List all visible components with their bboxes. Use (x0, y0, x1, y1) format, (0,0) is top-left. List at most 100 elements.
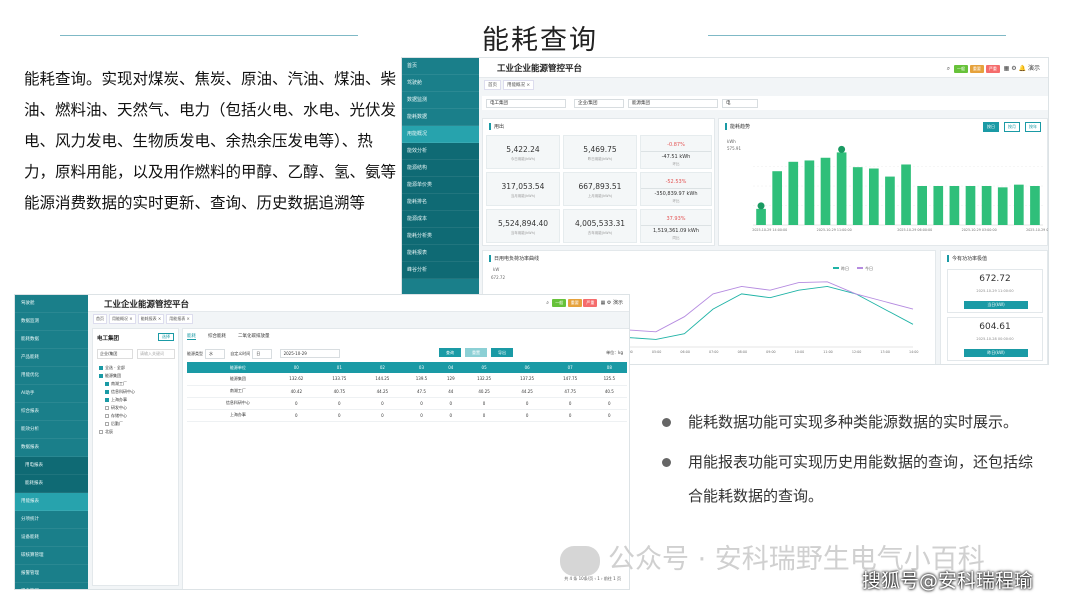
sidebar-item[interactable]: 能耗报表 (15, 475, 88, 493)
sidebar-item[interactable]: 用能优化 (15, 367, 88, 385)
table-row[interactable]: 能源集团 132.62 133.75 144.25 139.5 129 132.25 137.… (187, 373, 627, 386)
date-picker[interactable]: 2025-10-29 (279, 349, 340, 358)
sidebar-item[interactable]: 产品能耗 (15, 349, 88, 367)
sidebar-item[interactable]: 用能概况 (402, 126, 479, 143)
bar[interactable] (852, 167, 863, 225)
bell-icon[interactable]: 🔔 (1019, 65, 1026, 72)
query-button[interactable]: 查询 (439, 348, 461, 357)
row-checkbox[interactable] (187, 409, 201, 422)
table-row[interactable]: 南湖工厂 40.42 40.75 44.25 47.5 44 40.25 44.25 47.75… (187, 385, 627, 398)
sidebar-item[interactable]: 能效分析 (402, 143, 479, 160)
pagination[interactable]: 共 4 条 10条/页 ‹ 1 › 前往 1 页 (564, 576, 621, 582)
sidebar-item[interactable]: 能耗报表 (402, 245, 479, 262)
breadcrumb-usage[interactable]: 用能概况 × (503, 80, 535, 90)
user-label[interactable]: 演示 (613, 300, 623, 306)
crumb-usage-report[interactable]: 用能报表 × (166, 314, 193, 324)
alarm-badge-important[interactable]: 重要 (567, 299, 582, 307)
sidebar-item[interactable]: 数据报表 (15, 439, 88, 457)
sidebar-item[interactable]: 报警管理 (15, 565, 88, 583)
crumb-energy-report[interactable]: 能耗报表 × (137, 314, 165, 324)
sidebar-item[interactable]: 能耗数据 (15, 331, 88, 349)
alarm-badge-severe[interactable]: 严重 (583, 299, 598, 307)
sidebar-item[interactable]: 能耗分析类 (402, 228, 479, 245)
search-icon[interactable]: ⌕ (947, 65, 950, 72)
sidebar-item[interactable]: 驾驶舱 (15, 295, 88, 313)
alarm-badge-normal[interactable]: 一般 (954, 65, 968, 73)
bar[interactable] (869, 168, 879, 225)
reset-button[interactable]: 重置 (465, 348, 487, 357)
grid-icon[interactable]: ▦ (1004, 65, 1010, 72)
trend-tab-day[interactable]: 按日 (983, 122, 999, 132)
trend-tab-year[interactable]: 按年 (1025, 122, 1041, 132)
bar[interactable] (901, 164, 911, 225)
row-checkbox[interactable] (187, 397, 201, 410)
bar[interactable] (933, 186, 944, 225)
bar[interactable] (1030, 186, 1040, 225)
sidebar-item[interactable]: 设备能耗 (15, 529, 88, 547)
tree-item-group[interactable]: 能源集团 (99, 373, 121, 379)
bar[interactable] (917, 186, 927, 225)
sidebar-item[interactable]: 能源单价类 (402, 177, 479, 194)
sidebar-item[interactable]: 碳核算管理 (15, 547, 88, 565)
user-label[interactable]: 演示 (1028, 65, 1040, 72)
tree-item-rnd[interactable]: 研发中心 (105, 405, 127, 411)
crumb-usage[interactable]: 用能概况 × (109, 314, 136, 324)
sidebar-item[interactable]: AI助手 (15, 385, 88, 403)
settings-icon[interactable]: ⚙ (1011, 65, 1016, 72)
alarm-badge-normal[interactable]: 一般 (552, 299, 567, 307)
sidebar-item[interactable]: 用能报表 (15, 493, 88, 511)
bar[interactable] (788, 161, 799, 225)
tree-item-all[interactable]: 全选 · 全部 (99, 365, 125, 371)
alarm-badge-severe[interactable]: 严重 (985, 65, 1000, 73)
sidebar-item[interactable]: 首页 (402, 58, 479, 75)
bar[interactable] (981, 186, 992, 225)
grid-icon[interactable]: ▦ (601, 300, 606, 306)
sidebar-item[interactable]: 分项统计 (15, 511, 88, 529)
tab-co2[interactable]: 二氧化碳排放量 (238, 334, 270, 339)
search-icon[interactable]: ⌕ (546, 300, 549, 306)
bar[interactable] (804, 160, 815, 225)
sidebar-item[interactable]: 用电报表 (15, 457, 88, 475)
bar[interactable] (997, 187, 1008, 225)
bar[interactable] (949, 186, 960, 225)
tree-item-logistics[interactable]: 后勤厂 (105, 421, 123, 427)
sidebar-item[interactable]: 驾驶舱 (402, 75, 479, 92)
tree-item-shanghai[interactable]: 上海办事 (105, 397, 127, 403)
table-row[interactable]: 上海办事 0 0 0 0 0 0 0 0 0 (187, 409, 627, 422)
bar[interactable] (820, 157, 831, 225)
export-button[interactable]: 导出 (491, 348, 513, 357)
tree-item-it-center[interactable]: 信息科研中心 (105, 389, 135, 395)
tab-comprehensive[interactable]: 综合能耗 (208, 334, 226, 339)
tree-level-select[interactable]: 企业/集团 (97, 349, 133, 359)
bar[interactable] (1014, 184, 1024, 225)
bar[interactable] (836, 152, 847, 225)
type-select[interactable]: 水 (205, 349, 225, 359)
crumb-home[interactable]: 首页 (93, 314, 107, 324)
bar[interactable] (885, 176, 895, 225)
bar[interactable] (772, 171, 782, 225)
table-row[interactable]: 信息科研中心 0 0 0 0 0 0 0 0 0 (187, 397, 627, 410)
row-checkbox[interactable] (187, 385, 201, 398)
sidebar-item[interactable]: 用户管理 (15, 583, 88, 589)
energy-type-select[interactable]: 电 (722, 99, 758, 108)
bar[interactable] (965, 186, 976, 225)
sidebar-item[interactable]: 数据监测 (402, 92, 479, 109)
trend-tab-month[interactable]: 按月 (1004, 122, 1020, 132)
sidebar-item[interactable]: 能耗排名 (402, 194, 479, 211)
bar[interactable] (756, 208, 766, 225)
sidebar-item[interactable]: 能耗数据 (402, 109, 479, 126)
sidebar-item[interactable]: 数据监测 (15, 313, 88, 331)
tree-search-input[interactable]: 请输入关键词 (137, 349, 175, 359)
settings-icon[interactable]: ⚙ (607, 300, 611, 306)
row-checkbox[interactable] (187, 373, 201, 386)
sidebar-item[interactable]: 能效分析 (15, 421, 88, 439)
unit-select[interactable]: 能源集团 (628, 99, 718, 108)
sidebar-item[interactable]: 能源结构 (402, 160, 479, 177)
alarm-badge-important[interactable]: 重要 (969, 65, 984, 73)
tab-energy[interactable]: 能耗 (187, 334, 196, 340)
period-unit-select[interactable]: 日 (252, 349, 273, 359)
group-select[interactable]: 电工集团 (486, 99, 566, 108)
breadcrumb-home[interactable]: 首页 (484, 80, 501, 90)
tree-item-beichen[interactable]: 北辰 (99, 429, 113, 435)
sidebar-item[interactable]: 峰谷分析 (402, 262, 479, 279)
